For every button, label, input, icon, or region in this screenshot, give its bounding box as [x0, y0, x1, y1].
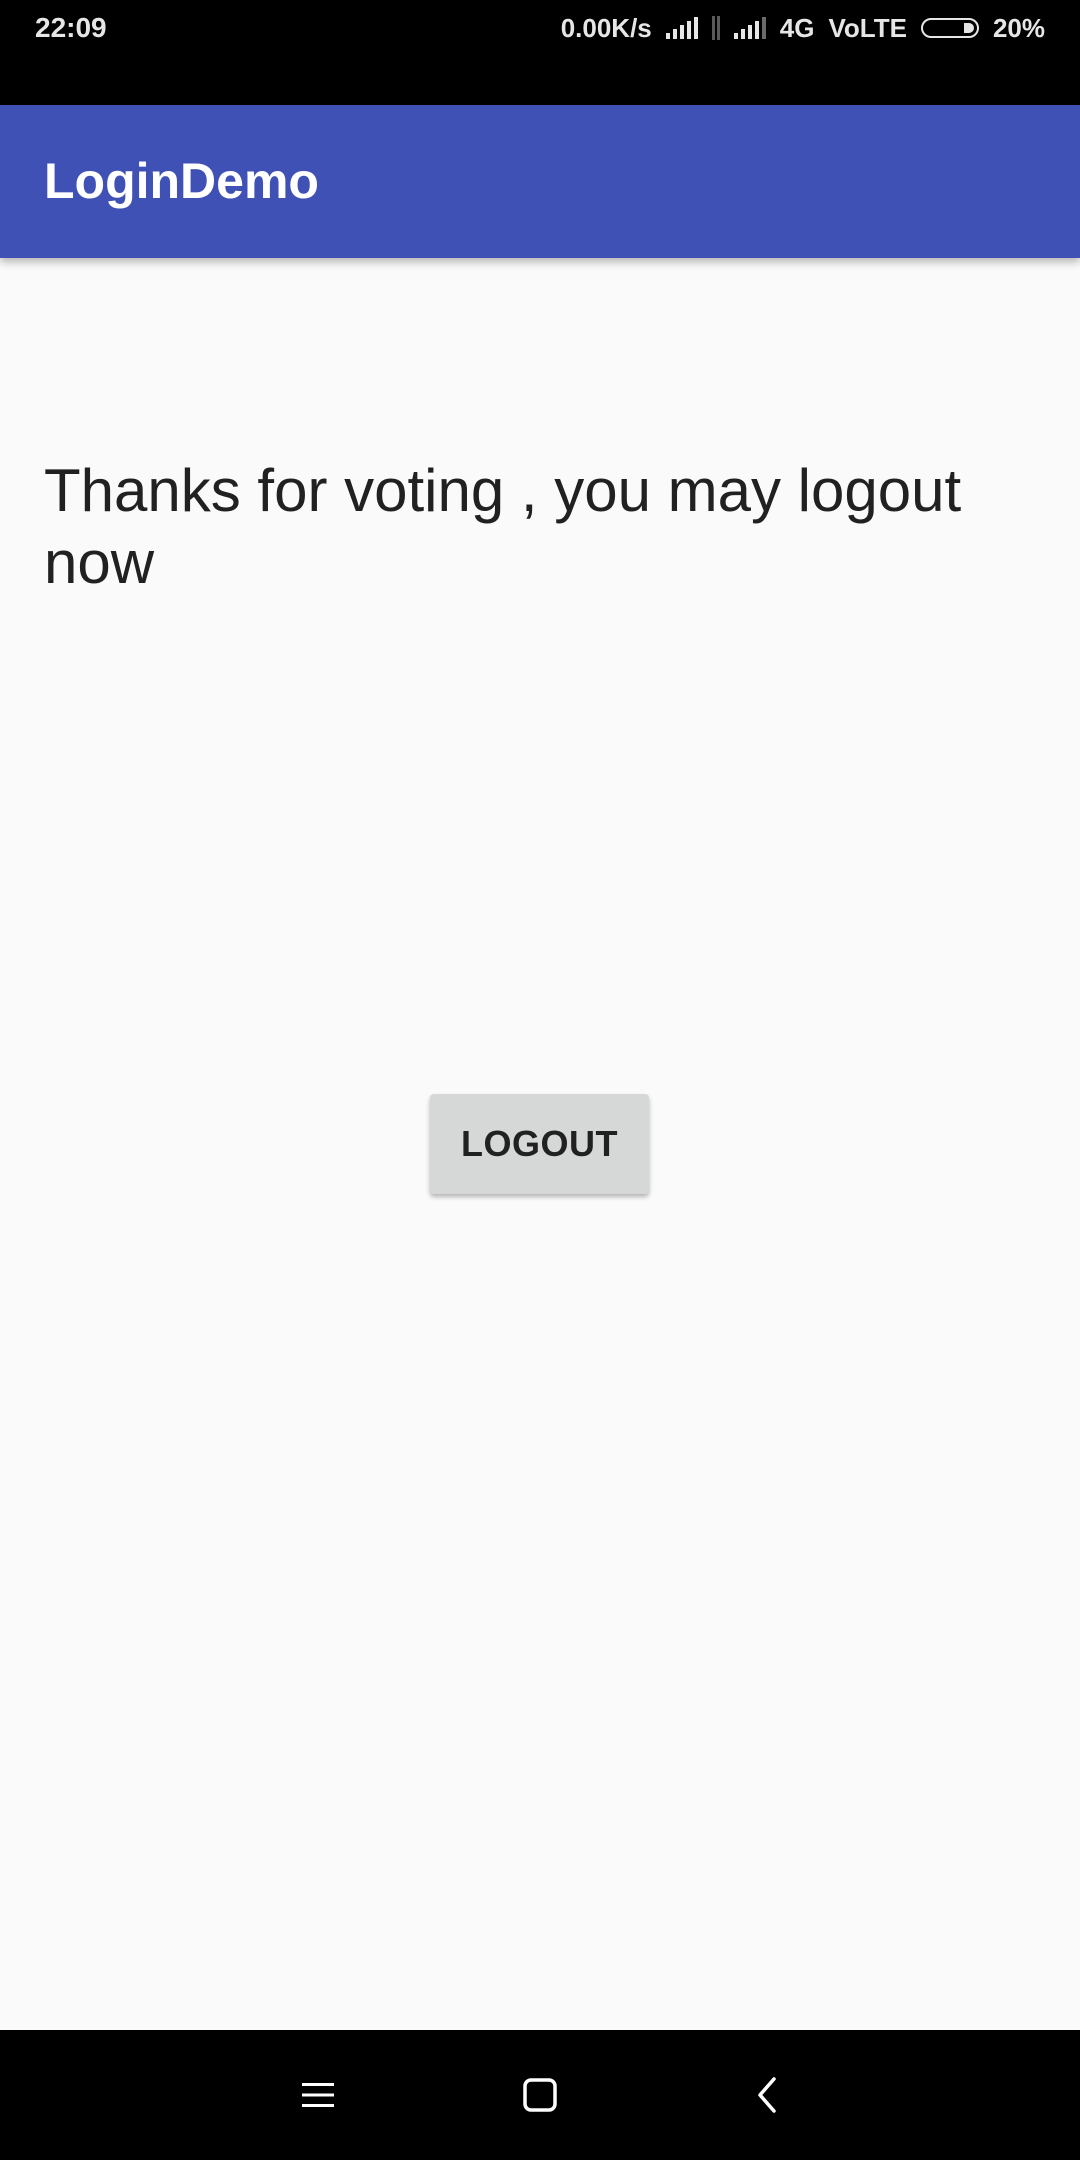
status-indicators: 0.00K/s 4G VoLTE 20% — [561, 12, 1045, 44]
signal-icon — [733, 17, 766, 39]
signal-icon — [665, 17, 698, 39]
app-bar: LoginDemo — [0, 105, 1080, 258]
thanks-message: Thanks for voting , you may logout now — [44, 457, 962, 596]
battery-percent: 20% — [992, 13, 1045, 43]
home-icon[interactable] — [510, 2065, 570, 2125]
network-speed: 0.00K/s — [560, 13, 652, 43]
status-time: 22:09 — [35, 12, 107, 43]
volte-indicator: VoLTE — [828, 13, 907, 43]
navigation-bar — [0, 2030, 1080, 2160]
logout-button[interactable]: LOGOUT — [430, 1094, 649, 1194]
status-bar: 22:09 0.00K/s 4G VoLTE 20% — [0, 0, 1080, 105]
menu-icon[interactable] — [288, 2065, 348, 2125]
network-type: 4G — [779, 13, 815, 43]
battery-icon — [920, 18, 979, 38]
app-title: LoginDemo — [44, 153, 319, 209]
data-transfer-icon — [711, 15, 720, 41]
back-icon[interactable] — [737, 2065, 797, 2125]
